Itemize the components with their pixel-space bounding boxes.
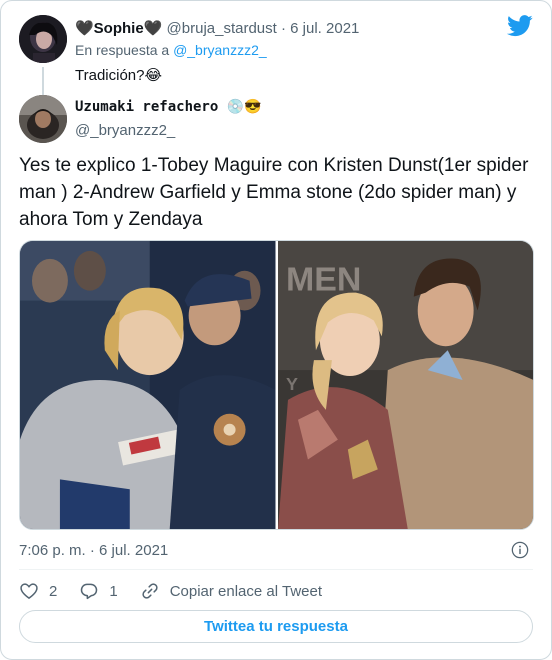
heart-icon bbox=[20, 583, 38, 600]
tweet-media[interactable]: MEN Y bbox=[19, 240, 534, 530]
reply-count: 1 bbox=[109, 582, 118, 600]
reply-mention-link[interactable]: @_bryanzzz2_ bbox=[173, 42, 267, 58]
photo-left[interactable] bbox=[20, 241, 276, 529]
parent-display-name[interactable]: 🖤Sophie🖤 bbox=[75, 20, 162, 37]
reply-prefix: En respuesta a bbox=[75, 42, 170, 58]
parent-tweet-text: Tradición?😂 bbox=[75, 67, 163, 84]
parent-date[interactable]: 6 jul. 2021 bbox=[290, 20, 359, 37]
separator-dot: · bbox=[280, 20, 286, 37]
copy-link-label: Copiar enlace al Tweet bbox=[169, 582, 323, 600]
parent-avatar[interactable] bbox=[19, 15, 67, 63]
embedded-tweet-card: 🖤Sophie🖤 @bruja_stardust · 6 jul. 2021 E… bbox=[0, 0, 552, 660]
author-handle[interactable]: @_bryanzzz2_ bbox=[75, 122, 175, 139]
svg-text:Y: Y bbox=[285, 374, 297, 394]
parent-header: 🖤Sophie🖤 @bruja_stardust · 6 jul. 2021 bbox=[75, 19, 359, 37]
author-display-name[interactable]: Uzumaki refachero 💿😎 bbox=[75, 99, 262, 115]
copy-link-action[interactable]: Copiar enlace al Tweet bbox=[140, 581, 322, 601]
photo-right[interactable]: MEN Y bbox=[277, 241, 533, 529]
tweet-your-reply-button[interactable]: Twittea tu respuesta bbox=[19, 610, 533, 643]
reply-action[interactable]: 1 bbox=[79, 581, 118, 601]
tweet-text: Yes te explico 1-Tobey Maguire con Krist… bbox=[19, 155, 529, 230]
reply-context: En respuesta a @_bryanzzz2_ bbox=[75, 42, 267, 58]
author-avatar[interactable] bbox=[19, 95, 67, 143]
tweet-timestamp[interactable]: 7:06 p. m. · 6 jul. 2021 bbox=[19, 542, 168, 559]
reply-icon bbox=[81, 583, 98, 600]
parent-handle[interactable]: @bruja_stardust bbox=[167, 20, 277, 37]
twitter-bird-icon[interactable] bbox=[507, 15, 533, 37]
divider bbox=[19, 569, 533, 570]
like-action[interactable]: 2 bbox=[19, 581, 57, 601]
action-bar: 2 1 Copiar enlace al Tweet bbox=[19, 579, 344, 603]
link-icon bbox=[142, 583, 158, 599]
like-count: 2 bbox=[49, 582, 58, 600]
info-icon[interactable] bbox=[511, 541, 529, 559]
